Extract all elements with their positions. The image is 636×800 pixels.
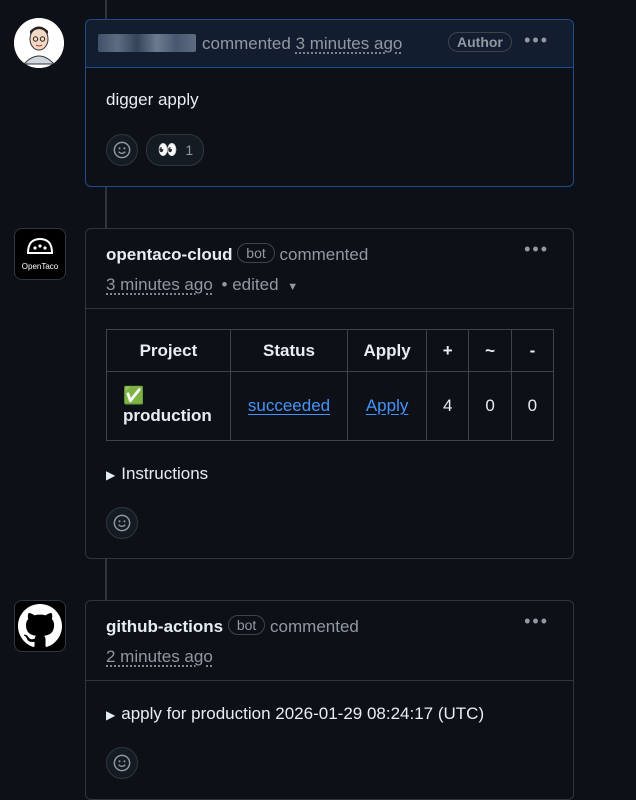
bot-badge: bot: [237, 243, 274, 263]
project-name: production: [123, 406, 216, 426]
table-scroll-container[interactable]: Project Status Apply + ~ - ✅ production …: [106, 329, 554, 441]
column-header: Apply: [348, 330, 427, 372]
eyes-emoji: 👀: [157, 140, 177, 160]
author-badge: Author: [448, 32, 512, 52]
comment-card: opentaco-cloud bot commented 3 minutes a…: [85, 228, 574, 559]
opentaco-avatar[interactable]: OpenTaco: [14, 228, 66, 280]
kebab-horizontal-icon[interactable]: •••: [524, 30, 549, 51]
add-reaction-button[interactable]: [106, 747, 138, 779]
comment-header: github-actions bot commented 2 minutes a…: [86, 601, 573, 681]
comment-header: commented 3 minutes ago Author •••: [86, 20, 573, 68]
kebab-horizontal-icon[interactable]: •••: [524, 611, 549, 632]
instructions-details-toggle[interactable]: ▶ Instructions: [106, 464, 208, 484]
destroy-count: 0: [511, 372, 553, 441]
edited-label: • edited: [222, 275, 279, 294]
results-table: Project Status Apply + ~ - ✅ production …: [106, 329, 554, 441]
chevron-down-icon: ▼: [287, 281, 298, 293]
author-login-link[interactable]: opentaco-cloud: [106, 245, 233, 264]
column-header: Project: [107, 330, 231, 372]
taco-icon: [25, 237, 55, 255]
smiley-icon: [113, 754, 131, 772]
github-mark-icon: [18, 604, 62, 648]
apply-cell: Apply: [348, 372, 427, 441]
column-header: ~: [469, 330, 511, 372]
smiley-icon: [113, 514, 131, 532]
table-row: ✅ production succeeded Apply 4 0 0: [107, 372, 554, 441]
table-header-row: Project Status Apply + ~ -: [107, 330, 554, 372]
comment-action: commented: [270, 617, 359, 636]
details-summary: apply for production 2026-01-29 08:24:17…: [121, 704, 484, 723]
triangle-right-icon: ▶: [106, 468, 115, 482]
apply-details-toggle[interactable]: ▶ apply for production 2026-01-29 08:24:1…: [106, 704, 484, 724]
add-reaction-button[interactable]: [106, 507, 138, 539]
author-login-link[interactable]: github-actions: [106, 617, 223, 636]
avatar-text: OpenTaco: [22, 262, 58, 271]
add-count: 4: [427, 372, 469, 441]
comment-card: commented 3 minutes ago Author ••• digge…: [85, 19, 574, 187]
author-name-redacted[interactable]: [98, 34, 196, 52]
comment-time-link[interactable]: 2 minutes ago: [106, 647, 213, 666]
add-reaction-button[interactable]: [106, 134, 138, 166]
user-avatar[interactable]: [14, 18, 64, 68]
bot-badge: bot: [228, 615, 265, 635]
comment-action: commented: [280, 245, 369, 264]
status-cell: succeeded: [230, 372, 347, 441]
column-header: +: [427, 330, 469, 372]
comment-card: github-actions bot commented 2 minutes a…: [85, 600, 574, 800]
triangle-right-icon: ▶: [106, 708, 115, 722]
comment-text: digger apply: [106, 90, 199, 110]
person-avatar-icon: [14, 18, 64, 68]
comment-header: opentaco-cloud bot commented 3 minutes a…: [86, 229, 573, 309]
change-count: 0: [469, 372, 511, 441]
column-header: Status: [230, 330, 347, 372]
check-mark-emoji: ✅: [123, 386, 216, 406]
project-cell: ✅ production: [107, 372, 231, 441]
comment-time-link[interactable]: 3 minutes ago: [296, 34, 403, 53]
reaction-count: 1: [185, 142, 193, 158]
apply-link[interactable]: Apply: [366, 396, 409, 415]
eyes-reaction-button[interactable]: 👀 1: [146, 134, 204, 166]
smiley-icon: [113, 141, 131, 159]
column-header: -: [511, 330, 553, 372]
comment-action: commented: [202, 34, 291, 53]
edited-history-dropdown[interactable]: • edited ▼: [222, 275, 299, 294]
github-actions-avatar[interactable]: [14, 600, 66, 652]
details-summary: Instructions: [121, 464, 208, 483]
status-link[interactable]: succeeded: [248, 396, 330, 415]
comment-time-link[interactable]: 3 minutes ago: [106, 275, 213, 294]
kebab-horizontal-icon[interactable]: •••: [524, 239, 549, 260]
